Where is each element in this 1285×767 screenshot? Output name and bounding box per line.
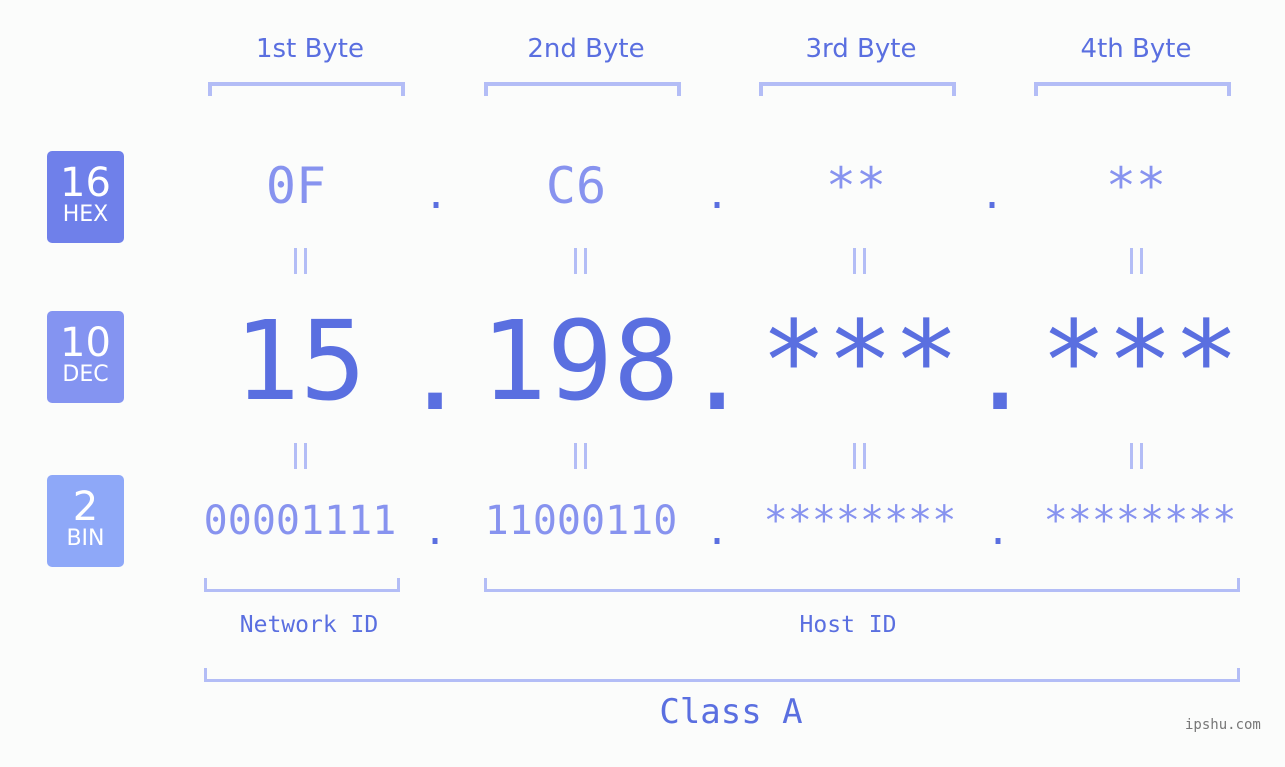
bin-byte-1: 00001111 xyxy=(203,498,397,544)
equals-icon xyxy=(850,443,870,469)
bin-base: 2 xyxy=(72,484,99,530)
bin-badge: 2 BIN xyxy=(47,475,124,567)
hex-byte-3: ** xyxy=(825,157,887,215)
byte-bracket-1 xyxy=(208,82,405,96)
hex-label: HEX xyxy=(62,202,109,227)
hex-byte-4: ** xyxy=(1105,157,1167,215)
network-id-label: Network ID xyxy=(239,612,379,638)
bin-label: BIN xyxy=(66,526,105,551)
dec-byte-1: 15 xyxy=(233,297,367,425)
hex-separator: . xyxy=(423,172,449,218)
hex-badge: 16 HEX xyxy=(47,151,124,243)
byte-bracket-2 xyxy=(484,82,681,96)
byte-header-2: 2nd Byte xyxy=(527,34,645,64)
equals-icon xyxy=(1127,443,1147,469)
dec-base: 10 xyxy=(60,320,111,366)
bin-separator: . xyxy=(422,508,448,554)
dec-separator: . xyxy=(684,307,751,435)
bin-byte-2: 11000110 xyxy=(484,498,678,544)
dec-separator: . xyxy=(967,307,1034,435)
byte-bracket-4 xyxy=(1034,82,1231,96)
dec-byte-4: *** xyxy=(1040,297,1240,425)
bin-separator: . xyxy=(704,508,730,554)
dec-separator: . xyxy=(402,307,469,435)
equals-icon xyxy=(291,443,311,469)
dec-badge: 10 DEC xyxy=(47,311,124,403)
equals-icon xyxy=(291,248,311,274)
bin-byte-4: ******** xyxy=(1043,498,1237,544)
byte-header-3: 3rd Byte xyxy=(805,34,917,64)
equals-icon xyxy=(1127,248,1147,274)
hex-base: 16 xyxy=(60,160,111,206)
watermark: ipshu.com xyxy=(1185,717,1261,733)
hex-separator: . xyxy=(979,172,1005,218)
byte-bracket-3 xyxy=(759,82,956,96)
host-id-bracket xyxy=(484,578,1240,592)
hex-byte-1: 0F xyxy=(265,157,327,215)
network-id-bracket xyxy=(204,578,400,592)
class-bracket xyxy=(204,668,1240,682)
dec-byte-3: *** xyxy=(760,297,960,425)
equals-icon xyxy=(571,443,591,469)
bin-byte-3: ******** xyxy=(763,498,957,544)
host-id-label: Host ID xyxy=(799,612,897,638)
bin-separator: . xyxy=(985,508,1011,554)
class-label: Class A xyxy=(659,692,803,732)
hex-separator: . xyxy=(704,172,730,218)
dec-label: DEC xyxy=(62,362,109,387)
dec-byte-2: 198 xyxy=(480,297,680,425)
equals-icon xyxy=(571,248,591,274)
byte-header-1: 1st Byte xyxy=(256,34,364,64)
equals-icon xyxy=(850,248,870,274)
byte-header-4: 4th Byte xyxy=(1080,34,1192,64)
hex-byte-2: C6 xyxy=(545,157,607,215)
